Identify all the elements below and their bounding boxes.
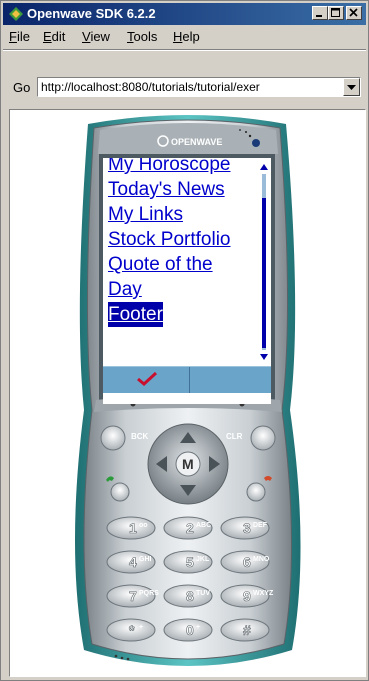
keypad-key-1[interactable]: 1 oo xyxy=(106,516,156,540)
keypad-key-6[interactable]: 6 MNO xyxy=(220,550,270,574)
go-label: Go xyxy=(13,80,31,95)
softkey-bar xyxy=(103,366,271,393)
minimize-button[interactable] xyxy=(312,6,328,20)
menu-edit[interactable]: Edit xyxy=(43,29,65,44)
menu-file[interactable]: File xyxy=(9,29,30,44)
keypad-key-0[interactable]: 0 + xyxy=(163,618,213,642)
keypad-key-2[interactable]: 2 ABC xyxy=(163,516,213,540)
navigation-pad[interactable]: M xyxy=(147,423,229,505)
keypad-key-number: 3 xyxy=(243,520,251,536)
keypad-key-letters: WXYZ xyxy=(253,590,274,597)
keypad-key-4[interactable]: 4 GHI xyxy=(106,550,156,574)
clear-key-label: CLR xyxy=(226,432,243,441)
keypad-key-number: 7 xyxy=(129,588,137,604)
keypad-key-number: 6 xyxy=(243,554,251,570)
simulator-view: OPENWAVE BCK CLR M 1 oo 2 ABC 3 DEF 4 GH… xyxy=(9,109,366,677)
checkmark-softkey-icon[interactable] xyxy=(137,372,157,386)
scroll-down-icon xyxy=(260,354,268,360)
scroll-up-icon xyxy=(260,164,268,170)
keypad-key-star[interactable]: * + xyxy=(106,618,156,642)
window-title: Openwave SDK 6.2.2 xyxy=(27,6,156,21)
minimize-icon xyxy=(316,15,322,17)
phone-screen: My Horoscope Today's News My Links Stock… xyxy=(103,158,271,404)
keypad-key-number: # xyxy=(243,622,251,638)
screen-link-links[interactable]: My Links xyxy=(108,202,256,227)
keypad-key-number: 8 xyxy=(186,588,194,604)
screen-link-day[interactable]: Day xyxy=(108,277,256,302)
close-icon xyxy=(349,8,358,17)
keypad-key-letters: oo xyxy=(139,522,148,529)
keypad-key-letters: TUV xyxy=(196,590,210,597)
screen-link-quote[interactable]: Quote of the xyxy=(108,252,256,277)
maximize-icon xyxy=(331,8,340,17)
keypad-key-8[interactable]: 8 TUV xyxy=(163,584,213,608)
brand-text: OPENWAVE xyxy=(171,137,222,147)
keypad-key-letters: GHI xyxy=(139,556,152,563)
keypad-key-3[interactable]: 3 DEF xyxy=(220,516,270,540)
scroll-thumb[interactable] xyxy=(262,198,266,348)
maximize-button[interactable] xyxy=(328,6,344,20)
chevron-down-icon xyxy=(347,85,356,90)
title-bar[interactable]: Openwave SDK 6.2.2 xyxy=(3,3,366,25)
url-input[interactable]: http://localhost:8080/tutorials/tutorial… xyxy=(41,80,260,94)
screen-link-horoscope[interactable]: My Horoscope xyxy=(108,158,256,177)
keypad-key-number: 5 xyxy=(186,554,194,570)
screen-menu-list: My Horoscope Today's News My Links Stock… xyxy=(108,158,256,327)
keypad-key-letters: MNO xyxy=(253,556,270,563)
keypad-key-letters: PQRS xyxy=(139,590,159,597)
back-key-label: BCK xyxy=(131,432,149,441)
url-dropdown-button[interactable] xyxy=(343,78,360,96)
menu-help[interactable]: Help xyxy=(173,29,200,44)
keypad-key-number: 4 xyxy=(129,554,137,570)
keypad-key-hash[interactable]: # xyxy=(220,618,270,642)
close-button[interactable] xyxy=(346,6,362,20)
screen-link-stocks[interactable]: Stock Portfolio xyxy=(108,227,256,252)
screen-link-news[interactable]: Today's News xyxy=(108,177,256,202)
keypad-key-number: 0 xyxy=(186,622,194,638)
keypad-key-number: * xyxy=(129,622,135,638)
screen-link-footer-selected[interactable]: Footer xyxy=(108,302,163,327)
openwave-app-icon xyxy=(9,7,23,21)
keypad-key-number: 2 xyxy=(186,520,194,536)
softkey-divider xyxy=(189,367,190,393)
keypad-key-letters: DEF xyxy=(253,522,268,529)
menu-bar: File Edit View Tools Help xyxy=(3,27,366,47)
keypad-key-letters: JKL xyxy=(196,556,210,563)
keypad-key-letters: ABC xyxy=(196,522,211,529)
keypad-key-5[interactable]: 5 JKL xyxy=(163,550,213,574)
keypad-key-letters: + xyxy=(196,624,200,631)
address-bar: Go http://localhost:8080/tutorials/tutor… xyxy=(3,53,366,107)
menu-tools[interactable]: Tools xyxy=(127,29,157,44)
keypad-key-number: 1 xyxy=(129,520,137,536)
menu-view[interactable]: View xyxy=(82,29,110,44)
screen-scrollbar[interactable] xyxy=(259,162,269,362)
menu-separator xyxy=(3,49,366,51)
keypad-key-letters: + xyxy=(139,624,143,631)
menu-key-label: M xyxy=(182,456,194,472)
url-combobox[interactable]: http://localhost:8080/tutorials/tutorial… xyxy=(37,77,361,97)
keypad-key-number: 9 xyxy=(243,588,251,604)
app-window: Openwave SDK 6.2.2 File Edit View Tools … xyxy=(0,0,369,681)
